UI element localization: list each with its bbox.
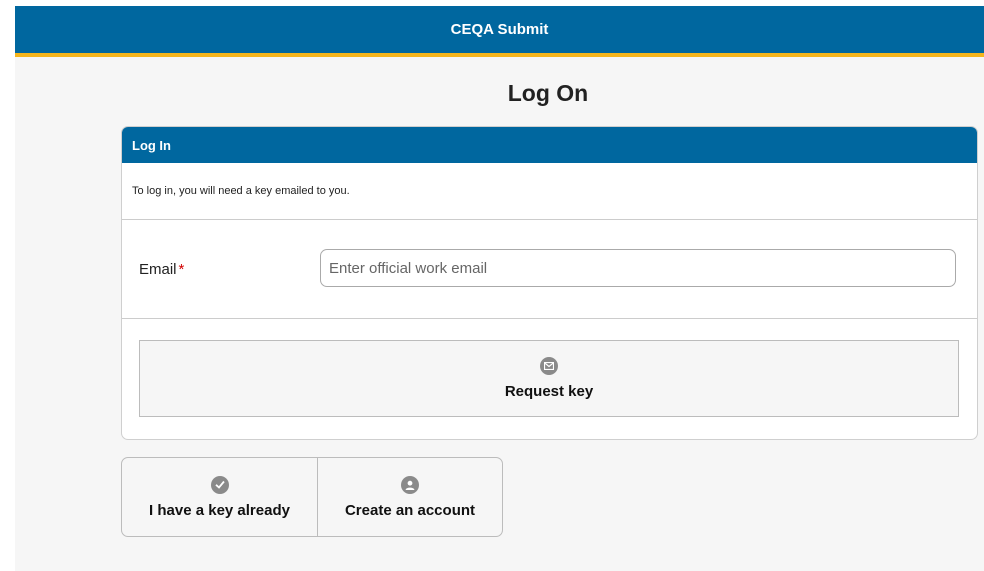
request-key-button[interactable]: Request key	[139, 340, 959, 417]
have-key-button[interactable]: I have a key already	[122, 458, 318, 536]
page-title: Log On	[507, 80, 589, 106]
email-input[interactable]	[320, 249, 956, 287]
check-circle-icon	[210, 475, 229, 494]
login-card: Log In To log in, you will need a key em…	[121, 126, 978, 440]
user-icon	[401, 475, 419, 494]
card-heading: Log In	[132, 137, 171, 153]
create-account-label: Create an account	[344, 501, 476, 519]
card-header: Log In	[122, 127, 977, 163]
email-label: Email *	[139, 261, 184, 278]
top-bar: CEQA Submit	[15, 6, 984, 57]
have-key-label: I have a key already	[149, 501, 290, 519]
create-account-button[interactable]: Create an account	[318, 458, 502, 536]
intro-text: To log in, you will need a key emailed t…	[122, 163, 977, 220]
required-marker: *	[178, 261, 185, 278]
secondary-actions: I have a key already Create an account	[121, 457, 503, 537]
email-label-text: Email	[139, 261, 177, 278]
page-frame: CEQA Submit Log On Log In To log in, you…	[15, 6, 984, 571]
email-row: Email *	[122, 220, 977, 319]
intro-message: To log in, you will need a key emailed t…	[132, 185, 350, 197]
envelope-icon	[540, 357, 558, 375]
app-title: CEQA Submit	[450, 21, 549, 38]
request-key-label: Request key	[504, 383, 594, 400]
